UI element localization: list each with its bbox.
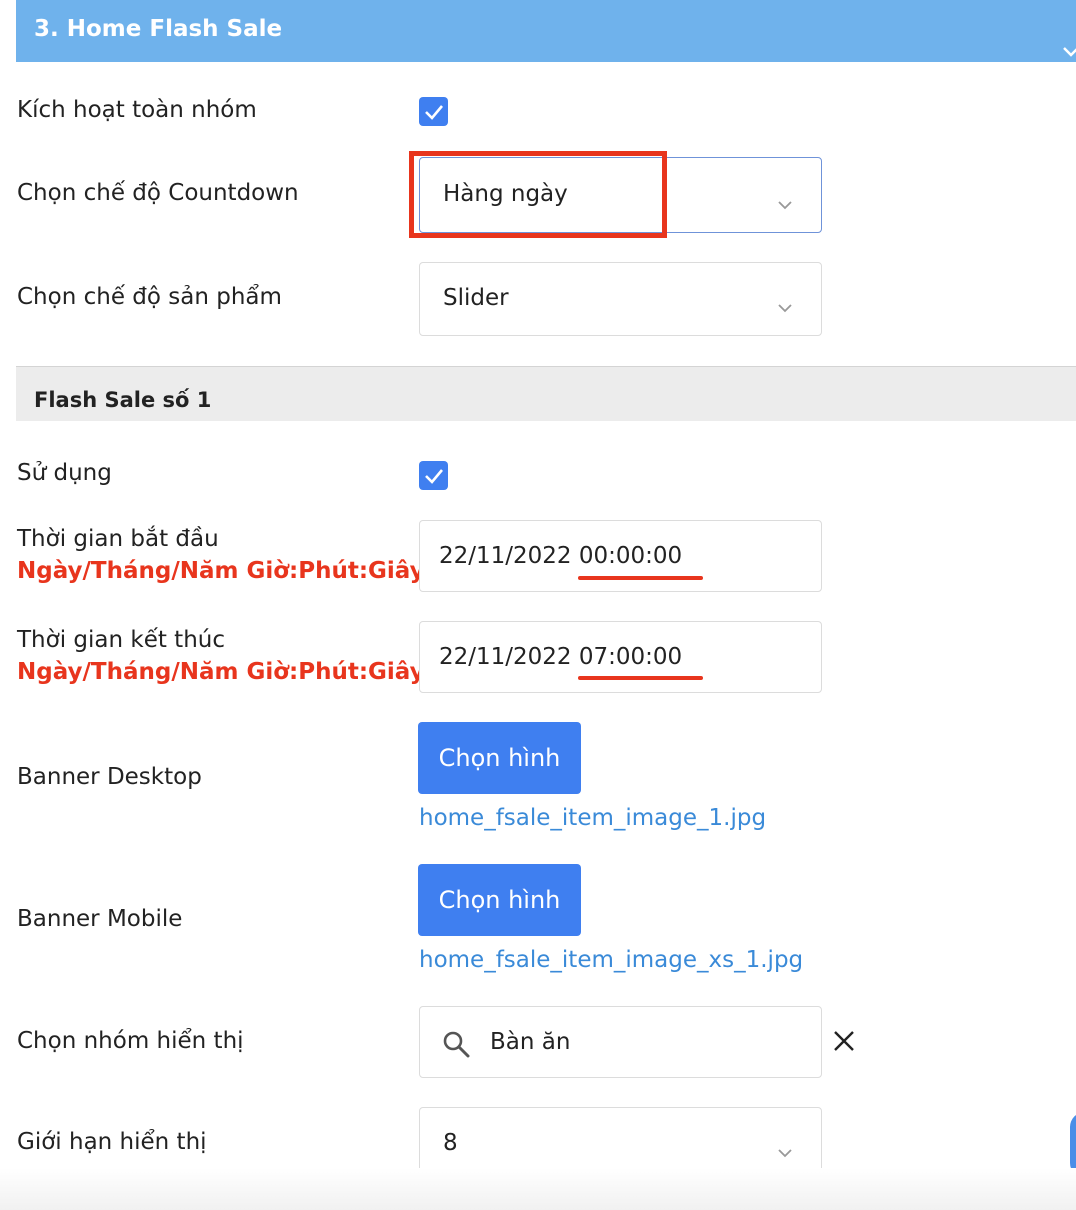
end-time-hint: Ngày/Tháng/Năm Giờ:Phút:Giây — [17, 659, 425, 685]
choose-image-desktop-button[interactable]: Chọn hình — [418, 722, 581, 794]
start-time-value: 22/11/2022 00:00:00 — [439, 543, 683, 569]
start-time-input[interactable]: 22/11/2022 00:00:00 — [419, 520, 822, 592]
start-time-hint: Ngày/Tháng/Năm Giờ:Phút:Giây — [17, 558, 425, 584]
close-icon[interactable] — [833, 1030, 855, 1057]
time-underline — [578, 676, 703, 680]
product-mode-value: Slider — [443, 285, 509, 311]
section-title: 3. Home Flash Sale — [34, 16, 283, 42]
countdown-mode-label: Chọn chế độ Countdown — [17, 180, 299, 206]
bottom-shadow — [0, 1168, 1076, 1210]
end-time-value: 22/11/2022 07:00:00 — [439, 644, 683, 670]
search-icon — [442, 1030, 470, 1064]
display-group-search-input[interactable]: Bàn ăn — [419, 1006, 822, 1078]
product-mode-select[interactable]: Slider — [419, 262, 822, 336]
start-time-label: Thời gian bắt đầu — [17, 526, 219, 552]
banner-desktop-label: Banner Desktop — [17, 764, 202, 790]
display-group-label: Chọn nhóm hiển thị — [17, 1028, 244, 1054]
check-icon — [424, 468, 443, 484]
activate-group-checkbox[interactable] — [419, 97, 448, 126]
chevron-down-icon — [777, 1138, 793, 1164]
section-header[interactable]: 3. Home Flash Sale — [16, 0, 1076, 62]
end-time-label: Thời gian kết thúc — [17, 627, 225, 653]
choose-image-mobile-button[interactable]: Chọn hình — [418, 864, 581, 936]
flash-sale-subsection-title: Flash Sale số 1 — [16, 366, 1076, 421]
chevron-down-icon — [777, 190, 793, 216]
use-label: Sử dụng — [17, 460, 112, 486]
banner-desktop-file-link[interactable]: home_fsale_item_image_1.jpg — [419, 805, 766, 831]
check-icon — [424, 104, 443, 120]
chevron-down-icon — [777, 293, 793, 319]
display-group-value: Bàn ăn — [490, 1029, 571, 1055]
time-underline — [578, 576, 703, 580]
activate-group-label: Kích hoạt toàn nhóm — [17, 97, 257, 123]
highlight-box — [409, 151, 667, 238]
chevron-down-icon[interactable] — [1062, 22, 1076, 80]
banner-mobile-label: Banner Mobile — [17, 906, 183, 932]
end-time-input[interactable]: 22/11/2022 07:00:00 — [419, 621, 822, 693]
use-checkbox[interactable] — [419, 461, 448, 490]
product-mode-label: Chọn chế độ sản phẩm — [17, 284, 282, 310]
display-limit-value: 8 — [443, 1130, 458, 1156]
banner-mobile-file-link[interactable]: home_fsale_item_image_xs_1.jpg — [419, 947, 803, 973]
display-limit-label: Giới hạn hiển thị — [17, 1129, 207, 1155]
